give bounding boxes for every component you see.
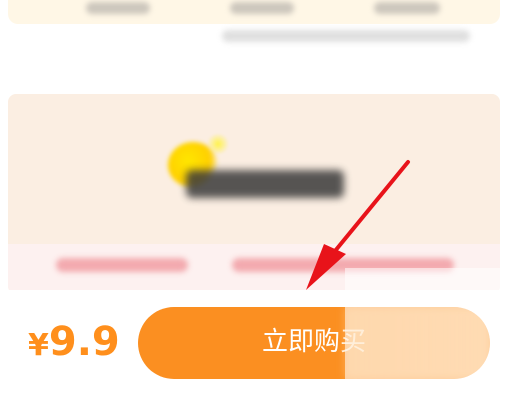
top-card-item [230,2,294,14]
top-caption [222,30,470,42]
price-currency-symbol: ¥ [28,328,49,363]
logo-spark-icon [206,134,230,154]
top-card-item [374,2,440,14]
promo-link-left[interactable] [56,258,188,272]
promo-card[interactable] [8,94,500,294]
top-card-item [86,2,150,14]
top-card [8,0,500,24]
button-glare [344,307,490,379]
buy-now-button[interactable]: 立即购买 [138,307,490,379]
price: ¥9.9 [28,322,120,362]
promo-link-right[interactable] [232,258,454,272]
promo-title [186,170,344,198]
purchase-bar: ¥9.9 立即购买 [0,290,508,393]
price-value: 9.9 [48,319,120,365]
